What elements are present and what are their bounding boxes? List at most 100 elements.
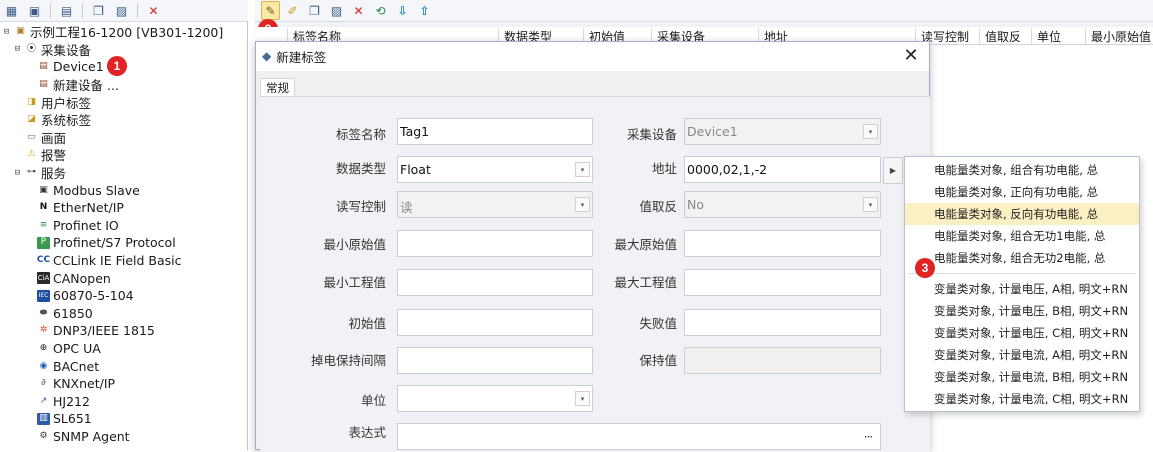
dialog-body: 常规 标签名称 数据类型 读写控制 最小原始值 最小工程值 初始值 掉电保持间隔… (256, 71, 930, 452)
menu-item[interactable]: 变量类对象, 计量电流, A相, 明文+RN (905, 344, 1139, 366)
tree-item-service[interactable]: ▣ Modbus Slave (0, 181, 248, 199)
expression-label: 表达式 (348, 425, 386, 440)
max-raw-input[interactable] (684, 230, 881, 257)
grid-icon[interactable]: ▦ (2, 1, 21, 20)
dialog-title: 新建标签 (276, 49, 327, 65)
tree-item-service[interactable]: IEC 60870-5-104 (0, 287, 248, 305)
tree-item-label: OPC UA (53, 340, 101, 356)
dropdown-arrow-icon[interactable]: ▾ (863, 124, 878, 139)
tag-toolbar: ✎ ✐ ❐ ▨ ✕ ⟲ ⇩ ⇧ (255, 0, 1153, 22)
column-header[interactable]: 值取反 (979, 28, 1021, 44)
tree-item-service[interactable]: CC CCLink IE Field Basic (0, 252, 248, 270)
user-tags-icon: ◨ (27, 96, 36, 107)
export-icon[interactable]: ⇧ (415, 1, 434, 20)
tree-item-system-tags[interactable]: ◪ 系统标签 (0, 111, 248, 129)
tree-item-screens[interactable]: ▭ 画面 (0, 129, 248, 147)
tree-item-service[interactable]: P Profinet/S7 Protocol (0, 234, 248, 252)
address-input[interactable]: 0000,02,1,-2 (684, 156, 881, 183)
max-eng-input[interactable] (684, 269, 881, 296)
snmp-icon: ⚙ (39, 430, 48, 441)
tree-item-label: Profinet IO (53, 217, 119, 233)
tree-item-label: BACnet (53, 358, 100, 374)
edit-tag-icon[interactable]: ✐ (283, 1, 302, 20)
tree-item-service[interactable]: ≡ Profinet IO (0, 217, 248, 235)
refresh-icon[interactable]: ⟲ (371, 1, 390, 20)
tree-item-service[interactable]: N EtherNet/IP (0, 199, 248, 217)
tree-item-service[interactable]: ∂ KNXnet/IP (0, 375, 248, 393)
delete-icon[interactable]: ✕ (349, 1, 368, 20)
retain-value-label: 保持值 (639, 353, 677, 368)
dnp3-icon: ✲ (39, 325, 48, 336)
menu-item[interactable]: 变量类对象, 计量电压, B相, 明文+RN (905, 300, 1139, 322)
system-tags-icon: ◪ (27, 114, 36, 125)
knx-icon: ∂ (41, 378, 46, 389)
toolbar-separator (137, 3, 138, 18)
copy-icon[interactable]: ❐ (305, 1, 324, 20)
device-select[interactable]: Device1 ▾ (684, 118, 881, 145)
tree-item-label: KNXnet/IP (53, 376, 116, 392)
properties-icon[interactable]: ▤ (57, 1, 76, 20)
invert-select[interactable]: No ▾ (684, 191, 881, 218)
new-tag-icon[interactable]: ✎ (261, 1, 280, 20)
tree-item-service[interactable]: ⊕ OPC UA (0, 340, 248, 358)
max-eng-label: 最大工程值 (614, 275, 677, 290)
tab-general[interactable]: 常规 (260, 78, 295, 97)
menu-item[interactable]: 电能量类对象, 组合有功电能, 总 (905, 159, 1139, 181)
close-button[interactable]: ✕ (901, 45, 921, 66)
tree-item-user-tags[interactable]: ◨ 用户标签 (0, 93, 248, 111)
iec104-icon: IEC (37, 289, 50, 302)
import-icon[interactable]: ⇩ (393, 1, 412, 20)
menu-item[interactable]: 变量类对象, 计量电流, B相, 明文+RN (905, 366, 1139, 388)
menu-item[interactable]: 变量类对象, 计量电压, C相, 明文+RN (905, 322, 1139, 344)
tree-item-service[interactable]: ↗ HJ212 (0, 392, 248, 410)
tree-item-label: 采集设备 (41, 42, 92, 58)
project-tree-pane: ▦ ▣ ▤ ❐ ▨ ✕ ⊟ ▣ 示例工程16-1200 [VB301-1200]… (0, 0, 248, 450)
paste-icon[interactable]: ▨ (327, 1, 346, 20)
column-header[interactable]: 最小原始值 (1085, 28, 1151, 44)
menu-item[interactable]: 电能量类对象, 正向有功电能, 总 (905, 181, 1139, 203)
paste-icon[interactable]: ▨ (112, 1, 131, 20)
tree-item-acquisition[interactable]: ⊟ ⦿ 采集设备 (0, 41, 248, 59)
dialog-titlebar: ◆ 新建标签 ✕ (256, 42, 929, 70)
address-picker-button[interactable]: ▶ (883, 157, 903, 184)
unit-select[interactable]: ▾ (397, 385, 593, 412)
dropdown-arrow-icon[interactable]: ▾ (575, 391, 590, 406)
tree-item-label: CCLink IE Field Basic (53, 253, 182, 269)
menu-item[interactable]: 变量类对象, 计量电流, C相, 明文+RN (905, 388, 1139, 410)
new-folder-icon[interactable]: ▣ (25, 1, 44, 20)
menu-item-highlighted[interactable]: 电能量类对象, 反向有功电能, 总 (905, 203, 1139, 225)
device-value: Device1 (687, 124, 738, 139)
tree-item-service[interactable]: ⬬ 61850 (0, 305, 248, 323)
modbus-icon: ▣ (39, 184, 48, 195)
tree-item-services[interactable]: ⊟ ⊶ 服务 (0, 164, 248, 182)
collapse-icon[interactable]: ⊟ (12, 168, 23, 178)
menu-item[interactable]: 变量类对象, 计量电压, A相, 明文+RN (905, 278, 1139, 300)
collapse-icon[interactable]: ⊟ (12, 44, 23, 54)
arrow-right-icon: ▶ (889, 166, 897, 175)
menu-item[interactable]: 电能量类对象, 组合无功2电能, 总 (905, 247, 1139, 269)
tree-item-service[interactable]: ◉ BACnet (0, 357, 248, 375)
delete-icon[interactable]: ✕ (144, 1, 163, 20)
expression-input[interactable]: ··· (397, 423, 881, 450)
tree-item-label: 用户标签 (41, 95, 92, 111)
tree-item-new-device[interactable]: ▤ 新建设备 ... (0, 76, 248, 94)
tree-item-service[interactable]: CiA CANopen (0, 269, 248, 287)
tree-item-device1[interactable]: ▤ Device1 1 (0, 56, 248, 77)
column-header[interactable]: 单位 (1031, 28, 1061, 44)
collapse-icon[interactable]: ⊟ (1, 27, 12, 37)
fail-value-input[interactable] (684, 309, 881, 336)
tree-item-service[interactable]: ✲ DNP3/IEEE 1815 (0, 322, 248, 340)
tree-item-project[interactable]: ⊟ ▣ 示例工程16-1200 [VB301-1200] (0, 23, 248, 41)
tree-item-alarms[interactable]: ⚠ 报警 (0, 146, 248, 164)
address-value: 0000,02,1,-2 (687, 162, 768, 177)
canopen-icon: CiA (37, 272, 50, 285)
tag-name-label: 标签名称 (335, 127, 386, 142)
hj212-icon: ↗ (39, 395, 48, 406)
tree-item-service[interactable]: ⚙ SNMP Agent (0, 428, 248, 446)
copy-icon[interactable]: ❐ (89, 1, 108, 20)
more-icon[interactable]: ··· (858, 426, 878, 447)
tree-item-service[interactable]: ▥ SL651 (0, 410, 248, 428)
menu-item[interactable]: 电能量类对象, 组合无功1电能, 总 (905, 225, 1139, 247)
dropdown-arrow-icon[interactable]: ▾ (863, 197, 878, 212)
data-type-label: 数据类型 (335, 161, 386, 176)
